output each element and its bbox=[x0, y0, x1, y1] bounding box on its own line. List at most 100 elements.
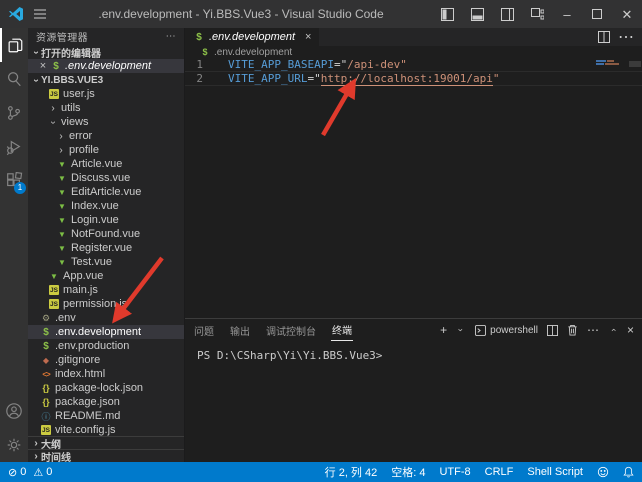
eol-sequence[interactable]: CRLF bbox=[485, 466, 514, 478]
toggle-secondary-sidebar-icon[interactable] bbox=[492, 0, 522, 28]
activitybar-search[interactable] bbox=[0, 62, 28, 96]
env-key: VITE_APP_URL bbox=[228, 72, 307, 85]
close-tab-icon[interactable]: × bbox=[305, 31, 311, 43]
tree-item--env-development[interactable]: $.env.development bbox=[28, 325, 184, 339]
git-icon: ◆ bbox=[40, 355, 52, 366]
tab-env-development[interactable]: $ .env.development × bbox=[185, 28, 319, 46]
dollar-icon: $ bbox=[40, 341, 52, 352]
encoding[interactable]: UTF-8 bbox=[439, 466, 470, 478]
problems-status[interactable]: ⊘0 ⚠0 bbox=[8, 466, 52, 479]
tree-item--env[interactable]: ⚙.env bbox=[28, 311, 184, 325]
tree-item-permission-js[interactable]: JSpermission.js bbox=[28, 297, 184, 311]
open-editor-item[interactable]: × $ .env.development bbox=[28, 59, 184, 73]
terminal-profile-dropdown-icon[interactable]: › bbox=[456, 325, 466, 335]
window-title: .env.development - Yi.BBS.Vue3 - Visual … bbox=[50, 7, 432, 21]
toggle-sidebar-icon[interactable] bbox=[432, 0, 462, 28]
activitybar-extensions[interactable]: 1 bbox=[0, 164, 28, 198]
code-editor[interactable]: 1 VITE_APP_BASEAPI="/api-dev" 2 VITE_APP… bbox=[185, 58, 642, 318]
terminal-output[interactable]: PS D:\CSharp\Yi\Yi.BBS.Vue3> bbox=[185, 341, 642, 462]
tree-item-vite-config-js[interactable]: JSvite.config.js bbox=[28, 423, 184, 436]
tree-item--gitignore[interactable]: ◆.gitignore bbox=[28, 353, 184, 367]
editor-tab-bar: $ .env.development × ⋯ bbox=[185, 28, 642, 46]
breadcrumb[interactable]: $ .env.development bbox=[185, 46, 642, 58]
files-icon bbox=[6, 36, 24, 54]
close-icon[interactable]: × bbox=[36, 60, 50, 72]
toggle-panel-icon[interactable] bbox=[462, 0, 492, 28]
timeline-section[interactable]: › 时间线 bbox=[28, 449, 184, 462]
language-mode[interactable]: Shell Script bbox=[527, 466, 583, 478]
panel-tab-问题[interactable]: 问题 bbox=[193, 320, 215, 341]
notifications-bell-icon[interactable] bbox=[623, 466, 634, 478]
url-link[interactable]: http://localhost:19001/api bbox=[321, 72, 493, 86]
panel-tab-调试控制台[interactable]: 调试控制台 bbox=[265, 320, 317, 341]
errors-icon: ⊘ bbox=[8, 466, 17, 479]
maximize-button[interactable] bbox=[582, 0, 612, 28]
close-button[interactable]: ✕ bbox=[612, 0, 642, 28]
minimap[interactable] bbox=[596, 60, 626, 66]
open-editor-label: .env.development bbox=[65, 60, 151, 72]
new-terminal-icon[interactable]: + bbox=[440, 323, 447, 337]
tree-item-Test-vue[interactable]: ▼Test.vue bbox=[28, 255, 184, 269]
tree-item-label: views bbox=[61, 116, 89, 128]
more-actions-icon[interactable]: ⋯ bbox=[166, 31, 176, 42]
tree-item-Login-vue[interactable]: ▼Login.vue bbox=[28, 213, 184, 227]
close-panel-icon[interactable]: × bbox=[627, 323, 634, 337]
minimize-button[interactable]: – bbox=[552, 0, 582, 28]
feedback-smiley-icon[interactable] bbox=[597, 466, 609, 478]
editor-scrollbar[interactable] bbox=[628, 58, 642, 318]
activitybar-settings[interactable] bbox=[0, 428, 28, 462]
tree-item-Article-vue[interactable]: ▼Article.vue bbox=[28, 157, 184, 171]
tree-item-index-html[interactable]: <>index.html bbox=[28, 367, 184, 381]
tree-item-README-md[interactable]: ⓘREADME.md bbox=[28, 409, 184, 423]
tree-item-profile[interactable]: ›profile bbox=[28, 143, 184, 157]
tree-item-label: NotFound.vue bbox=[71, 228, 140, 240]
tree-item-utils[interactable]: ›utils bbox=[28, 101, 184, 115]
tree-item-EditArticle-vue[interactable]: ▼EditArticle.vue bbox=[28, 185, 184, 199]
split-editor-icon[interactable] bbox=[598, 31, 610, 43]
workspace-section[interactable]: › YI.BBS.VUE3 bbox=[28, 73, 184, 87]
editor-more-actions-icon[interactable]: ⋯ bbox=[618, 27, 634, 47]
kill-terminal-trash-icon[interactable] bbox=[567, 324, 578, 336]
maximize-panel-icon[interactable]: › bbox=[608, 325, 618, 335]
open-editors-section[interactable]: › 打开的编辑器 bbox=[28, 45, 184, 59]
tree-item-Index-vue[interactable]: ▼Index.vue bbox=[28, 199, 184, 213]
tree-item-user-js[interactable]: JSuser.js bbox=[28, 87, 184, 101]
customize-layout-icon[interactable] bbox=[522, 0, 552, 28]
tree-item-label: profile bbox=[69, 144, 99, 156]
tree-item-error[interactable]: ›error bbox=[28, 129, 184, 143]
json-braces-icon: {} bbox=[40, 397, 52, 408]
tree-item-Discuss-vue[interactable]: ▼Discuss.vue bbox=[28, 171, 184, 185]
explorer-sidebar: 资源管理器 ⋯ › 打开的编辑器 × $ .env.development › … bbox=[28, 28, 185, 462]
chevron-right-icon: › bbox=[48, 103, 58, 114]
tree-item-Register-vue[interactable]: ▼Register.vue bbox=[28, 241, 184, 255]
tree-item-NotFound-vue[interactable]: ▼NotFound.vue bbox=[28, 227, 184, 241]
menu-hamburger-icon[interactable] bbox=[30, 4, 50, 24]
tree-item-main-js[interactable]: JSmain.js bbox=[28, 283, 184, 297]
tree-item-views[interactable]: ›views bbox=[28, 115, 184, 129]
tree-item-package-json[interactable]: {}package.json bbox=[28, 395, 184, 409]
indentation[interactable]: 空格: 4 bbox=[391, 464, 425, 480]
panel-more-actions-icon[interactable]: ⋯ bbox=[587, 323, 599, 337]
activitybar-source-control[interactable] bbox=[0, 96, 28, 130]
tree-item-label: package-lock.json bbox=[55, 382, 143, 394]
vue-icon: ▼ bbox=[56, 229, 68, 240]
terminal-instance-powershell[interactable]: powershell bbox=[475, 325, 538, 336]
vscode-logo-icon bbox=[8, 6, 24, 22]
tree-item-label: utils bbox=[61, 102, 81, 114]
tree-item-App-vue[interactable]: ▼App.vue bbox=[28, 269, 184, 283]
activitybar-account[interactable] bbox=[0, 394, 28, 428]
cursor-position[interactable]: 行 2, 列 42 bbox=[325, 464, 378, 480]
activitybar-explorer[interactable] bbox=[0, 28, 28, 62]
outline-section[interactable]: › 大纲 bbox=[28, 436, 184, 449]
tree-item--env-production[interactable]: $.env.production bbox=[28, 339, 184, 353]
dollar-icon: $ bbox=[50, 61, 62, 72]
panel-tab-终端[interactable]: 终端 bbox=[331, 319, 353, 341]
panel-tab-输出[interactable]: 输出 bbox=[229, 320, 251, 341]
tree-item-label: package.json bbox=[55, 396, 120, 408]
tree-item-label: EditArticle.vue bbox=[71, 186, 141, 198]
tree-item-package-lock-json[interactable]: {}package-lock.json bbox=[28, 381, 184, 395]
activitybar-run-debug[interactable] bbox=[0, 130, 28, 164]
js-icon: JS bbox=[41, 425, 51, 435]
split-terminal-icon[interactable] bbox=[547, 325, 558, 336]
tree-item-label: Article.vue bbox=[71, 158, 122, 170]
